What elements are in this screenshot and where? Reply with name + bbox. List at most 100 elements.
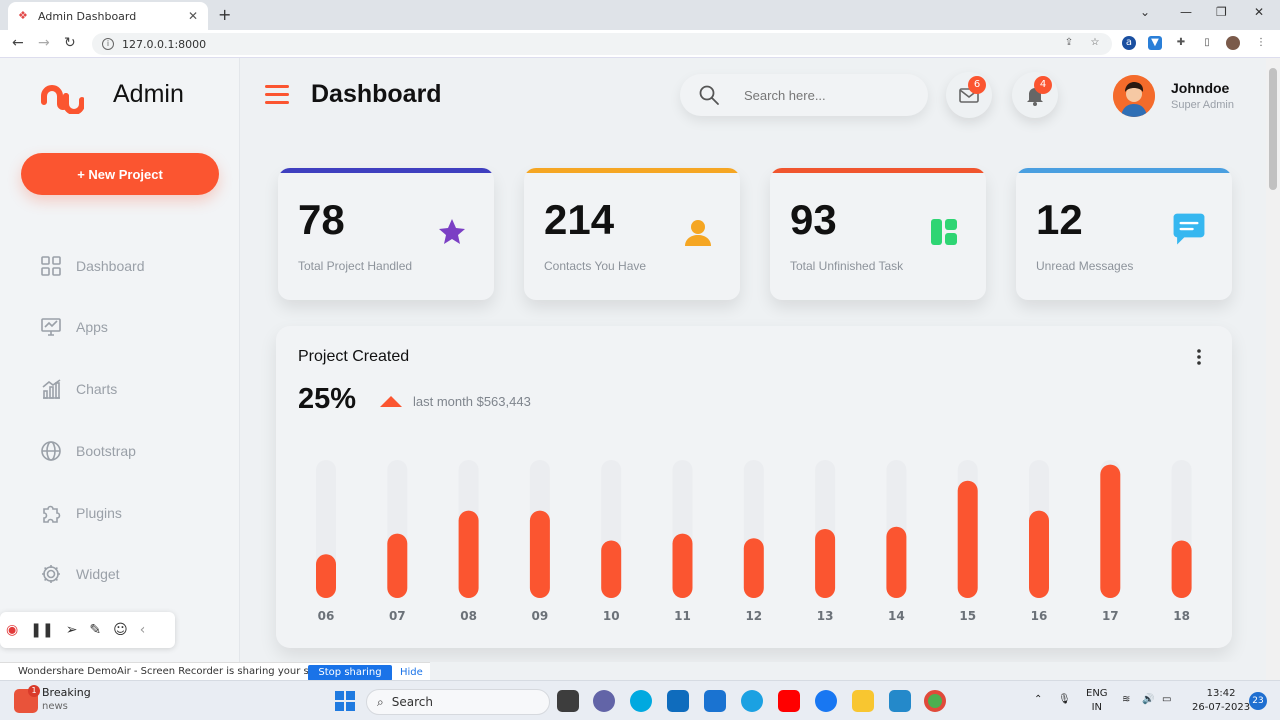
stat-card-messages[interactable]: 12 Unread Messages [1016, 168, 1232, 300]
hide-link[interactable]: Hide [400, 665, 423, 681]
sidebar-item-bootstrap[interactable]: Bootstrap [40, 437, 220, 465]
reload-button[interactable]: ↻ [64, 35, 76, 51]
facebook-icon[interactable] [815, 690, 837, 712]
tab-search-icon[interactable]: ⌄ [1140, 5, 1150, 19]
task-view-icon[interactable] [557, 690, 579, 712]
site-info-icon[interactable]: i [102, 38, 114, 50]
messages-button[interactable]: 6 [946, 72, 992, 118]
sidebar-item-widget[interactable]: Widget [40, 560, 220, 588]
extensions-puzzle-icon[interactable]: ✚ [1174, 36, 1188, 50]
sidepanel-icon[interactable]: ▯ [1200, 36, 1214, 50]
more-options-icon[interactable] [1196, 348, 1202, 366]
stat-card-tasks[interactable]: 93 Total Unfinished Task [770, 168, 986, 300]
x-tick-label: 12 [745, 609, 762, 623]
skype-icon[interactable] [630, 690, 652, 712]
chrome-icon[interactable] [924, 690, 946, 712]
url-text: 127.0.0.1:8000 [122, 37, 207, 51]
taskbar-search-label: Search [391, 695, 433, 709]
edge-icon[interactable] [741, 690, 763, 712]
chart-bar-18[interactable] [1171, 540, 1192, 599]
stat-card-projects[interactable]: 78 Total Project Handled [278, 168, 494, 300]
store-icon[interactable] [667, 690, 689, 712]
vscode-icon[interactable] [889, 690, 911, 712]
share-icon[interactable]: ⇪ [1062, 36, 1076, 50]
page-scrollbar[interactable] [1266, 58, 1280, 682]
tray-chevron-icon[interactable]: ⌃ [1034, 693, 1042, 707]
mail-app-icon[interactable] [704, 690, 726, 712]
pause-icon[interactable]: ❚❚ [30, 622, 53, 638]
microphone-icon[interactable]: 🎙 [1058, 693, 1071, 707]
new-tab-button[interactable]: + [218, 5, 231, 24]
stat-label: Unread Messages [1036, 259, 1134, 273]
sidebar-item-label: Bootstrap [76, 443, 136, 459]
forward-button[interactable]: → [38, 35, 50, 51]
chart-bar-14[interactable] [886, 526, 907, 598]
news-widget[interactable]: Breaking news [42, 686, 91, 714]
new-project-button[interactable]: + New Project [21, 153, 219, 195]
youtube-icon[interactable] [778, 690, 800, 712]
card-accent-bar [278, 168, 494, 173]
tab-close-icon[interactable]: ✕ [188, 9, 198, 23]
search-box[interactable] [680, 74, 928, 116]
windows-taskbar: 1 Breaking news ⌕ Search ⌃ 🎙 ENG IN ≋ 🔊 … [0, 680, 1280, 720]
news-badge: 1 [28, 685, 40, 697]
scroll-thumb[interactable] [1269, 68, 1277, 190]
stat-value: 12 [1036, 196, 1083, 243]
search-input[interactable] [744, 87, 904, 103]
clock[interactable]: 13:42 26-07-2023 [1192, 687, 1250, 715]
battery-icon[interactable]: ▭ [1162, 693, 1171, 707]
minimize-button[interactable]: — [1180, 5, 1192, 19]
region-label: IN [1091, 702, 1102, 713]
chart-bar-09[interactable] [529, 510, 550, 598]
chart-bar-12[interactable] [743, 538, 764, 598]
lang-label: ENG [1086, 688, 1108, 699]
menu-toggle-icon[interactable] [265, 85, 289, 105]
windows-start-icon[interactable] [334, 690, 356, 712]
chart-bar-13[interactable] [815, 529, 836, 598]
webcam-icon[interactable]: ☺ [113, 622, 128, 638]
sidebar-item-plugins[interactable]: Plugins [40, 499, 220, 527]
language-indicator[interactable]: ENG IN [1086, 687, 1108, 715]
taskbar-search[interactable]: ⌕ Search [366, 689, 550, 715]
chart-bar-08[interactable] [458, 510, 479, 598]
browser-menu-icon[interactable]: ⋮ [1254, 36, 1268, 50]
chart-bar-17[interactable] [1100, 464, 1121, 598]
page-title: Dashboard [311, 80, 442, 108]
pen-icon[interactable]: ✎ [89, 622, 101, 638]
profile-avatar[interactable] [1226, 36, 1240, 50]
chart-bar-15[interactable] [957, 480, 978, 598]
chart-bar-10[interactable] [601, 540, 622, 599]
pointer-icon[interactable]: ➢ [66, 622, 78, 638]
card-accent-bar [524, 168, 740, 173]
chart-bar-07[interactable] [387, 533, 408, 598]
wifi-icon[interactable]: ≋ [1122, 693, 1130, 707]
maximize-button[interactable]: ❐ [1216, 5, 1227, 19]
sidebar-item-dashboard[interactable]: Dashboard [40, 252, 220, 280]
chart-bar-11[interactable] [672, 533, 693, 598]
collapse-chevron-icon[interactable]: ‹ [140, 622, 146, 638]
stat-card-contacts[interactable]: 214 Contacts You Have [524, 168, 740, 300]
notifications-button[interactable]: 4 [1012, 72, 1058, 118]
close-window-button[interactable]: ✕ [1254, 5, 1264, 19]
avatar[interactable] [1113, 75, 1155, 117]
user-name: Johndoe [1171, 80, 1230, 96]
url-field[interactable]: i 127.0.0.1:8000 [92, 33, 1112, 55]
x-tick-label: 13 [817, 609, 834, 623]
back-button[interactable]: ← [12, 35, 24, 51]
volume-icon[interactable]: 🔊 [1142, 693, 1154, 707]
chart-bar-16[interactable] [1029, 510, 1049, 598]
shield-icon[interactable]: ▼ [1148, 36, 1162, 50]
extension-a-icon[interactable]: a [1122, 36, 1136, 50]
sidebar-item-apps[interactable]: Apps [40, 313, 220, 341]
teams-icon[interactable] [593, 690, 615, 712]
x-tick-label: 11 [674, 609, 691, 623]
chart-bar-06[interactable] [316, 554, 336, 598]
stop-sharing-button[interactable]: Stop sharing [308, 665, 392, 681]
browser-tab[interactable]: ❖ Admin Dashboard ✕ [8, 2, 208, 30]
layout-icon [931, 219, 957, 245]
record-icon[interactable]: ◉ [6, 622, 18, 638]
notification-center-badge[interactable]: 23 [1249, 692, 1267, 710]
file-explorer-icon[interactable] [852, 690, 874, 712]
sidebar-item-charts[interactable]: Charts [40, 375, 220, 403]
bookmark-star-icon[interactable]: ☆ [1088, 36, 1102, 50]
